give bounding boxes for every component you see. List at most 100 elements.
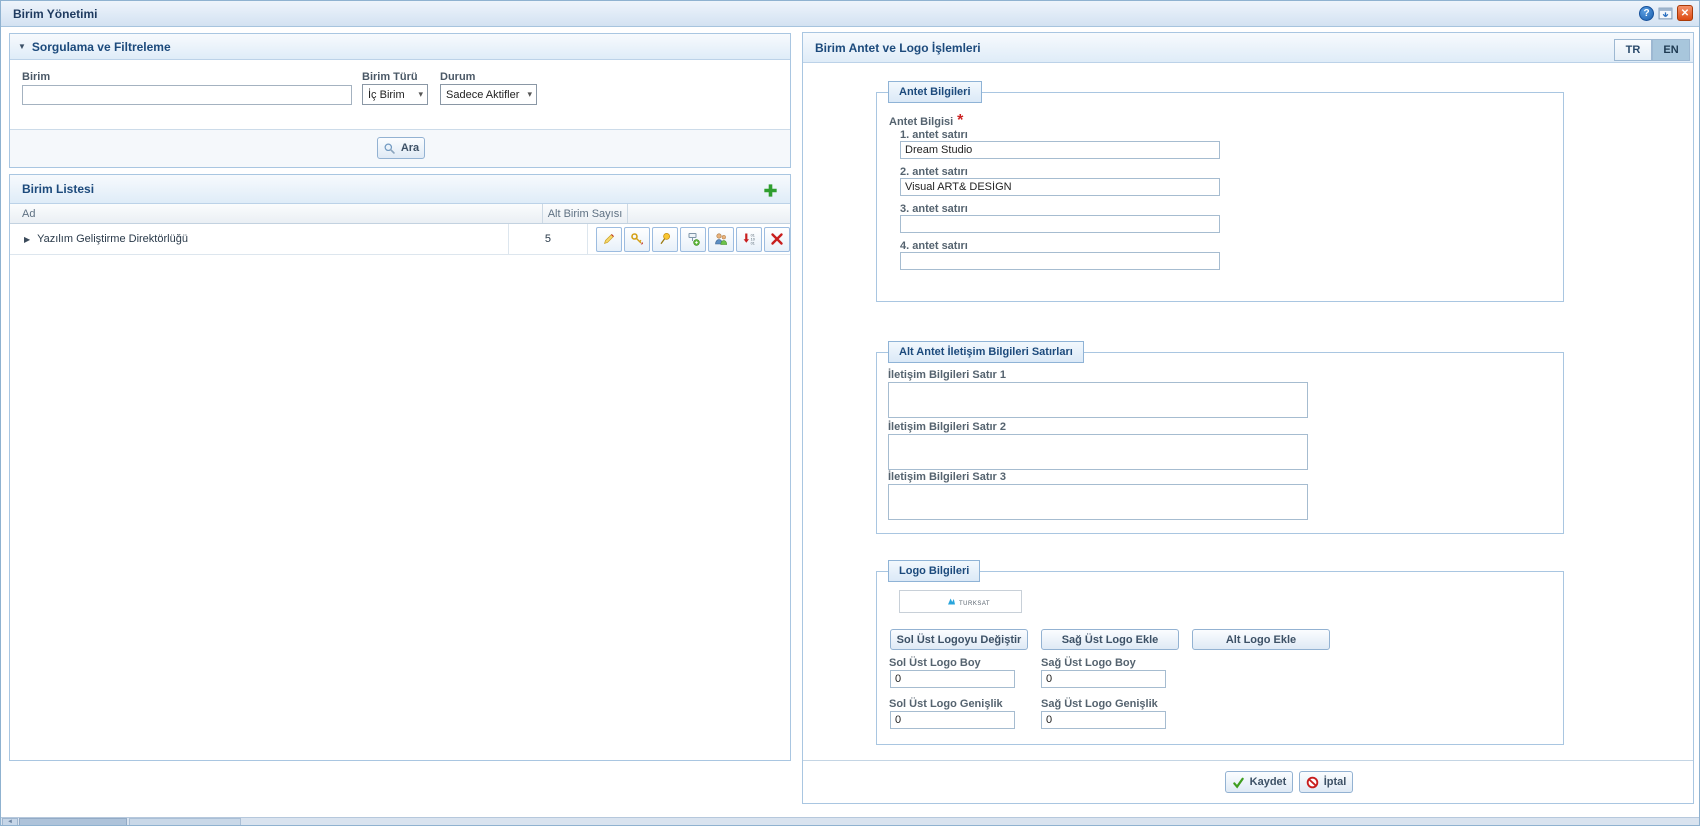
antet-line1-input[interactable] — [900, 141, 1220, 159]
antet-line2-label: 2. antet satırı — [900, 166, 968, 178]
antet-fieldset — [876, 92, 1564, 302]
logo-fieldset-legend: Logo Bilgileri — [888, 560, 980, 582]
edit-button[interactable] — [596, 227, 622, 252]
lang-tab-en[interactable]: EN — [1652, 39, 1690, 61]
sag-ust-logo-boy-input[interactable] — [1041, 670, 1166, 688]
horizontal-scrollbar-track[interactable] — [1, 817, 1700, 826]
row-ad-cell: ▶ Yazılım Geliştirme Direktörlüğü — [10, 224, 509, 254]
row-alt-birim-sayisi-cell: 5 — [509, 224, 588, 254]
sol-ust-logo-genislik-label: Sol Üst Logo Genişlik — [889, 698, 1003, 710]
horizontal-scrollbar-segment[interactable] — [129, 818, 241, 826]
key-edit-button[interactable] — [624, 227, 650, 252]
filter-panel: ▼ Sorgulama ve Filtreleme Birim Birim Tü… — [9, 33, 791, 168]
turksat-logo: TURKSAT — [945, 597, 1007, 607]
tree-expander-icon[interactable]: ▶ — [24, 235, 30, 244]
durum-label: Durum — [440, 71, 475, 83]
antet-line1-label: 1. antet satırı — [900, 129, 968, 141]
sag-ust-logo-genislik-input[interactable] — [1041, 711, 1166, 729]
antet-line4-label: 4. antet satırı — [900, 240, 968, 252]
save-button[interactable]: Kaydet — [1225, 771, 1293, 793]
save-button-label: Kaydet — [1250, 776, 1287, 788]
antet-bilgisi-label: Antet Bilgisi* — [889, 112, 963, 130]
chevron-down-icon: ▾ — [527, 89, 532, 100]
sag-ust-logo-boy-label: Sağ Üst Logo Boy — [1041, 657, 1136, 669]
iletisim-satir2-textarea[interactable] — [888, 434, 1308, 470]
column-header-actions — [628, 204, 790, 223]
filter-panel-title: Sorgulama ve Filtreleme — [32, 40, 171, 54]
search-button-label: Ara — [401, 142, 419, 154]
alt-logo-ekle-button[interactable]: Alt Logo Ekle — [1192, 629, 1330, 650]
sort-order-icon: 011001 — [742, 232, 756, 246]
list-panel-header: Birim Listesi — [10, 175, 790, 204]
detail-panel-title: Birim Antet ve Logo İşlemleri — [815, 41, 981, 55]
users-icon — [714, 232, 728, 246]
sort-order-button[interactable]: 011001 — [736, 227, 762, 252]
birim-turu-value: İç Birim — [368, 89, 405, 101]
sag-ust-logo-genislik-label: Sağ Üst Logo Genişlik — [1041, 698, 1158, 710]
search-button[interactable]: Ara — [377, 137, 425, 159]
antet-line2-input[interactable] — [900, 178, 1220, 196]
detail-panel-header: Birim Antet ve Logo İşlemleri — [803, 33, 1693, 63]
cancel-button-label: İptal — [1324, 776, 1347, 788]
iletisim-satir3-textarea[interactable] — [888, 484, 1308, 520]
row-actions-cell: 011001 — [588, 224, 790, 254]
antet-fieldset-legend: Antet Bilgileri — [888, 81, 982, 103]
user-assign-button[interactable] — [708, 227, 734, 252]
close-icon[interactable]: ✕ — [1677, 5, 1693, 21]
list-panel: Birim Listesi Ad Alt Birim Sayısı ▶ Yazı… — [9, 174, 791, 761]
sol-ust-logo-degistir-button[interactable]: Sol Üst Logoyu Değiştir — [890, 629, 1028, 650]
table-row[interactable]: ▶ Yazılım Geliştirme Direktörlüğü 5 0110… — [10, 224, 790, 255]
birim-turu-select[interactable]: İç Birim ▾ — [362, 84, 428, 105]
pencil-icon — [602, 232, 616, 246]
svg-text:01: 01 — [751, 242, 755, 246]
durum-select[interactable]: Sadece Aktifler ▾ — [440, 84, 537, 105]
footer-separator — [803, 760, 1693, 761]
org-add-icon — [686, 232, 700, 246]
column-header-ad[interactable]: Ad — [10, 204, 543, 223]
birim-input[interactable] — [22, 85, 352, 105]
iletisim-satir1-label: İletişim Bilgileri Satır 1 — [888, 369, 1006, 381]
row-alt-birim-sayisi-value: 5 — [545, 233, 551, 245]
pushpin-icon — [658, 232, 672, 246]
iletisim-fieldset-legend: Alt Antet İletişim Bilgileri Satırları — [888, 341, 1084, 363]
scroll-left-button[interactable]: ◄ — [2, 818, 18, 826]
horizontal-scrollbar-thumb[interactable] — [19, 818, 127, 826]
birim-turu-label: Birim Türü — [362, 71, 418, 83]
cancel-button[interactable]: İptal — [1299, 771, 1353, 793]
column-header-alt-birim-sayisi[interactable]: Alt Birim Sayısı — [543, 204, 628, 223]
sol-ust-logo-boy-label: Sol Üst Logo Boy — [889, 657, 981, 669]
sol-ust-logo-genislik-input[interactable] — [890, 711, 1015, 729]
iletisim-satir2-label: İletişim Bilgileri Satır 2 — [888, 421, 1006, 433]
durum-value: Sadece Aktifler — [446, 89, 519, 101]
antet-line4-input[interactable] — [900, 252, 1220, 270]
required-asterisk: * — [957, 112, 963, 129]
antet-line3-label: 3. antet satırı — [900, 203, 968, 215]
window-restore-icon[interactable] — [1658, 6, 1673, 21]
delete-button[interactable] — [764, 227, 790, 252]
filter-panel-header[interactable]: ▼ Sorgulama ve Filtreleme — [10, 34, 790, 60]
window-titlebar: Birim Yönetimi — [1, 1, 1699, 27]
org-add-button[interactable] — [680, 227, 706, 252]
help-icon[interactable]: ? — [1639, 6, 1654, 21]
lang-tab-tr[interactable]: TR — [1614, 39, 1652, 61]
plus-icon — [762, 182, 779, 199]
iletisim-satir3-label: İletişim Bilgileri Satır 3 — [888, 471, 1006, 483]
birim-yonetimi-window: Birim Yönetimi ? ✕ ▼ Sorgulama ve Filtre… — [0, 0, 1700, 826]
row-ad-text: Yazılım Geliştirme Direktörlüğü — [37, 233, 188, 245]
check-icon — [1232, 776, 1245, 789]
sol-ust-logo-boy-input[interactable] — [890, 670, 1015, 688]
search-icon — [383, 142, 396, 155]
detail-panel: Birim Antet ve Logo İşlemleri TR EN Ante… — [802, 32, 1694, 804]
iletisim-satir1-textarea[interactable] — [888, 382, 1308, 418]
key-icon — [630, 232, 644, 246]
window-title: Birim Yönetimi — [13, 7, 97, 21]
sag-ust-logo-ekle-button[interactable]: Sağ Üst Logo Ekle — [1041, 629, 1179, 650]
logo-preview: TURKSAT — [899, 590, 1022, 613]
delete-x-icon — [770, 232, 784, 246]
collapse-triangle-icon[interactable]: ▼ — [18, 42, 26, 51]
birim-label: Birim — [22, 71, 50, 83]
antet-line3-input[interactable] — [900, 215, 1220, 233]
pin-button[interactable] — [652, 227, 678, 252]
prohibition-icon — [1306, 776, 1319, 789]
add-unit-button[interactable] — [758, 178, 782, 202]
